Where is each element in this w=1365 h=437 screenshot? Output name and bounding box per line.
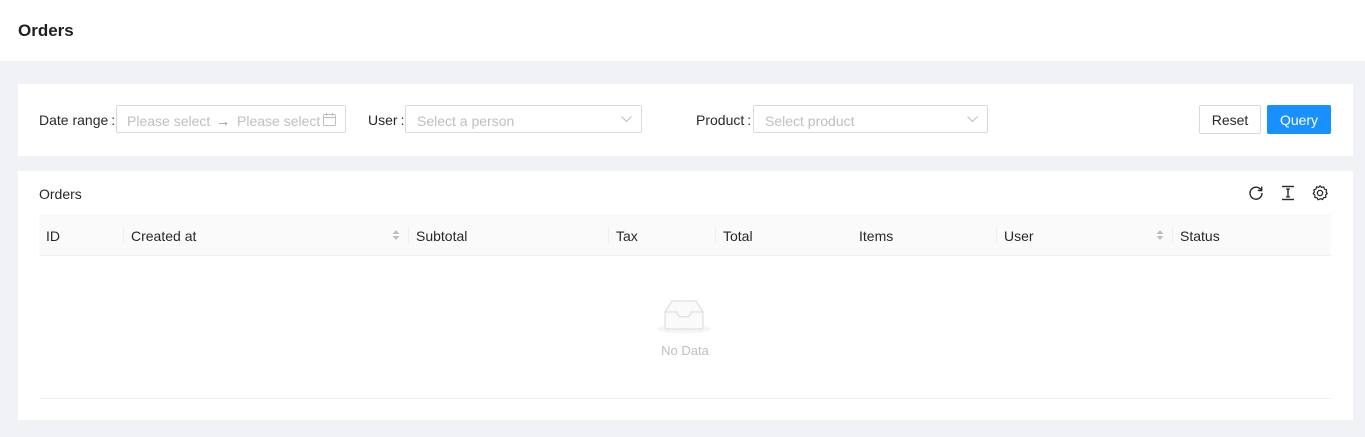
- column-label: Subtotal: [416, 228, 468, 244]
- product-label: Product:: [696, 112, 751, 128]
- column-header-status: Status: [1173, 214, 1331, 256]
- date-range-picker[interactable]: Please select → Please select: [116, 105, 346, 133]
- reload-icon[interactable]: [1247, 184, 1265, 202]
- table-header: ID Created at Subtotal Tax Total Items U…: [39, 214, 1331, 256]
- filter-form: Date range: Please select → Please selec…: [18, 84, 1353, 156]
- chevron-down-icon: [621, 116, 632, 123]
- page-header: Orders: [0, 0, 1365, 62]
- column-label: Total: [723, 228, 753, 244]
- column-header-items: Items: [852, 214, 997, 256]
- column-label: Tax: [616, 228, 638, 244]
- date-range-label-text: Date range: [39, 112, 109, 128]
- sort-icon[interactable]: [1156, 227, 1164, 243]
- date-range-end-input[interactable]: Please select: [237, 113, 320, 129]
- column-label: Items: [859, 228, 894, 244]
- calendar-icon: [323, 113, 336, 126]
- column-label: ID: [46, 228, 60, 244]
- product-colon: :: [747, 112, 752, 128]
- empty-text: No Data: [661, 343, 709, 358]
- user-select-placeholder: Select a person: [417, 113, 515, 129]
- product-select[interactable]: Select product: [753, 105, 988, 133]
- table-title: Orders: [39, 186, 82, 202]
- empty-inbox-icon: [657, 300, 711, 334]
- setting-icon[interactable]: [1311, 184, 1329, 202]
- column-header-subtotal: Subtotal: [409, 214, 609, 256]
- date-range-label: Date range:: [39, 112, 115, 128]
- product-label-text: Product: [696, 112, 745, 128]
- column-label: Created at: [131, 228, 197, 244]
- reset-button[interactable]: Reset: [1199, 105, 1261, 134]
- empty-state: No Data: [39, 256, 1331, 399]
- user-label-text: User: [368, 112, 398, 128]
- column-header-user[interactable]: User: [997, 214, 1173, 256]
- user-select[interactable]: Select a person: [405, 105, 642, 133]
- column-height-icon[interactable]: [1279, 184, 1297, 202]
- user-label: User:: [368, 112, 404, 128]
- column-label: User: [1004, 228, 1034, 244]
- column-header-total: Total: [716, 214, 852, 256]
- date-range-colon: :: [111, 112, 116, 128]
- column-header-tax: Tax: [609, 214, 716, 256]
- query-button[interactable]: Query: [1267, 105, 1331, 134]
- orders-table-card: Orders ID Created at Subtotal Tax Total …: [18, 171, 1353, 420]
- product-select-placeholder: Select product: [765, 113, 855, 129]
- column-header-id: ID: [39, 214, 124, 256]
- chevron-down-icon: [967, 116, 978, 123]
- column-header-created-at[interactable]: Created at: [124, 214, 409, 256]
- page-title: Orders: [18, 21, 74, 40]
- column-label: Status: [1180, 228, 1220, 244]
- sort-icon[interactable]: [392, 227, 400, 243]
- arrow-right-icon: →: [216, 113, 230, 129]
- date-range-start-input[interactable]: Please select: [127, 113, 210, 129]
- user-colon: :: [400, 112, 405, 128]
